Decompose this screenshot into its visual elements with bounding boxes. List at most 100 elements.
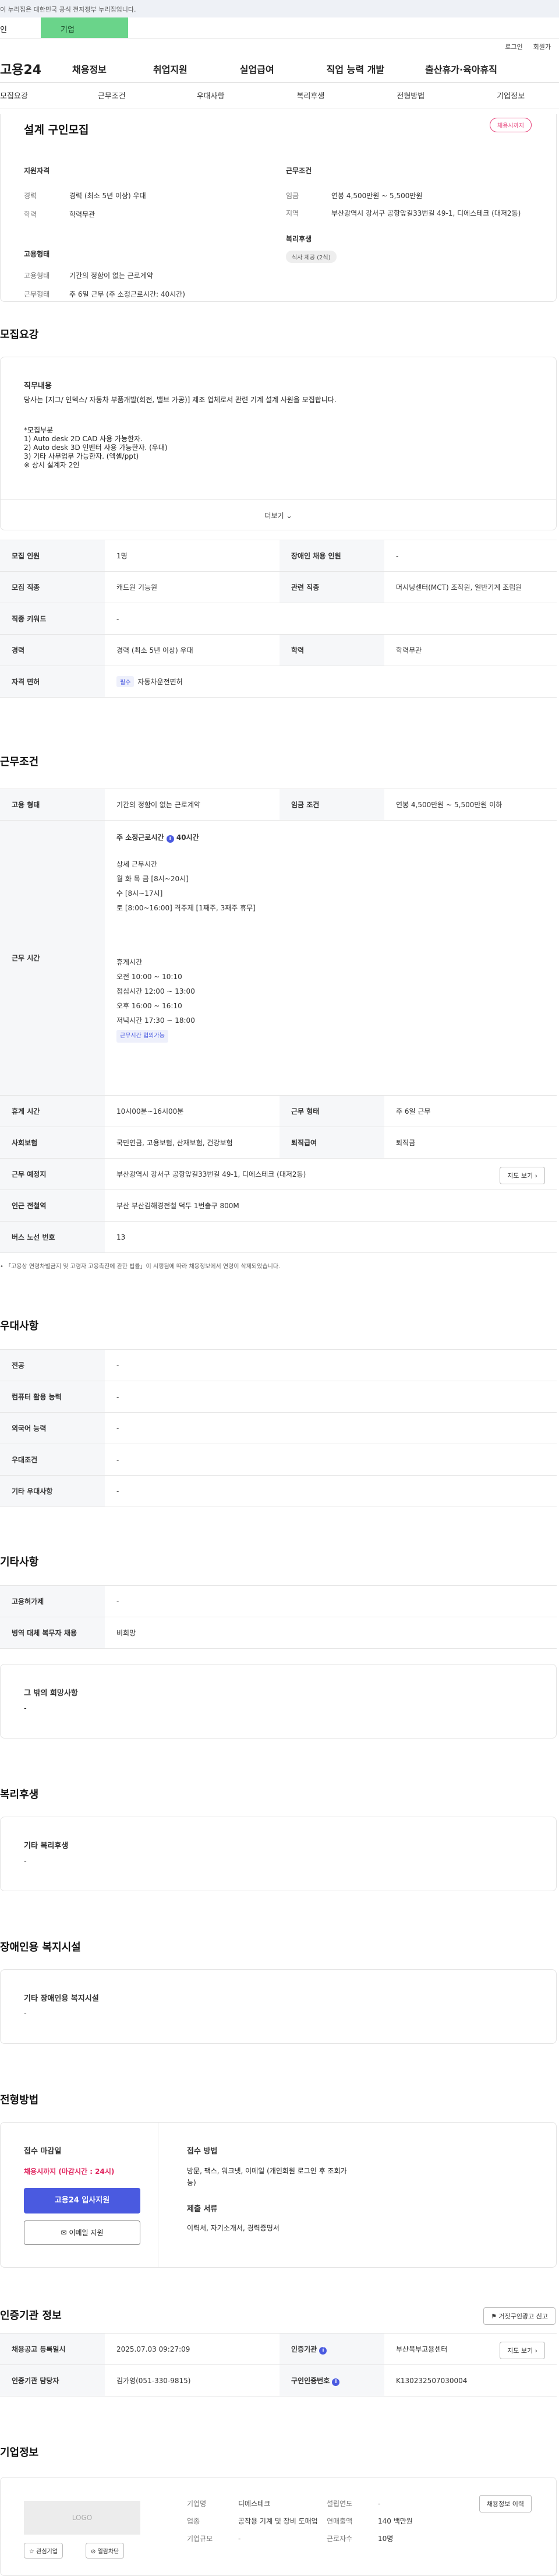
tab-company-info[interactable]: 기업정보 — [497, 90, 525, 101]
global-nav: 고용24 채용정보 취업지원 실업급여 직업 능력 개발 출산휴가·육아휴직 — [0, 55, 559, 83]
more-button[interactable]: 더보기 ⌄ — [1, 499, 556, 530]
utility-links: 로그인 회원가 — [0, 38, 559, 55]
industry-value: 공작용 기계 및 장비 도매업 — [238, 2517, 318, 2525]
gnb-item-support[interactable]: 취업지원 — [153, 62, 187, 76]
negotiable-tag: 근무시간 협의가능 — [116, 1030, 168, 1043]
table-row: 사회보험 국민연금, 고용보험, 산재보험, 건강보험 퇴직급여 퇴직금 — [0, 1127, 557, 1159]
disabled-box-value: - — [24, 2010, 27, 2018]
sales-label: 연매출액 — [327, 2517, 353, 2525]
emptype-row: 고용형태 기간의 정함이 없는 근로계약 — [24, 270, 268, 281]
gov-notice-text: 이 누리집은 대한민국 공식 전자정부 누리집입니다. — [0, 6, 136, 13]
cell-header: 근무 예정지 — [0, 1158, 105, 1190]
sales-value: 140 백만원 — [378, 2517, 413, 2525]
report-fake-ad-button[interactable]: ⚑ 거짓구인광고 신고 — [483, 2307, 556, 2325]
pref-section-title: 우대사항 — [0, 1320, 39, 1332]
wage-label: 임금 — [286, 192, 299, 200]
gnb-item-jobs[interactable]: 채용정보 — [72, 62, 107, 76]
education-value: 학력무관 — [69, 210, 95, 219]
condition-heading: 근무조건 — [286, 167, 312, 175]
email-apply-button[interactable]: ✉ 이메일 지원 — [24, 2220, 140, 2245]
info-icon[interactable]: i — [166, 835, 174, 843]
company-name-value: 디에스테크 — [238, 2500, 271, 2508]
cell-header: 임금 조건 — [280, 789, 384, 821]
cell-value: 13 — [105, 1221, 557, 1253]
disabled-box-heading: 기타 장애인용 복지시설 — [24, 1994, 99, 2003]
cell-header: 학력 — [280, 634, 384, 666]
etc-section-title: 기타사항 — [0, 1556, 39, 1568]
gnb-item-unemployment[interactable]: 실업급여 — [240, 62, 274, 76]
tab-company[interactable]: 기업 — [41, 17, 128, 38]
cell-header: 자격 면허 — [0, 666, 105, 698]
tab-preference[interactable]: 우대사항 — [197, 90, 225, 101]
apply-section-title: 전형방법 — [0, 2094, 39, 2106]
gnb-item-training[interactable]: 직업 능력 개발 — [327, 62, 384, 76]
apply-button[interactable]: 고용24 입사지원 — [24, 2188, 140, 2213]
cell-value: 필수 자동차운전면허 — [105, 666, 557, 698]
time-line: 월 화 목 금 [8시~20시] — [116, 875, 189, 883]
tab-work-condition[interactable]: 근무조건 — [98, 90, 126, 101]
cell-header: 고용허가제 — [0, 1585, 105, 1617]
founded-value: - — [378, 2500, 381, 2508]
time-line: 오후 16:00 ~ 16:10 — [116, 1002, 182, 1010]
job-line: ※ 상시 설계자 2인 — [24, 461, 80, 469]
signup-link[interactable]: 회원가 — [533, 42, 551, 51]
cell-header: 병역 대체 복무자 채용 — [0, 1617, 105, 1649]
cell-value: 경력 (최소 5년 이상) 우대 — [105, 634, 280, 666]
top-tabs: 인 기업 — [0, 17, 559, 38]
method-value: 방문, 팩스, 워크넷, 이메일 (개인회원 로그인 후 조회가능) — [187, 2167, 347, 2187]
cell-header: 퇴직급여 — [280, 1127, 384, 1159]
agency-map-button[interactable]: 지도 보기 › — [500, 2342, 545, 2359]
table-row: 경력 경력 (최소 5년 이상) 우대 학력 학력무관 — [0, 634, 557, 666]
tab-personal[interactable]: 인 — [0, 17, 41, 38]
favorite-company-button[interactable]: ☆ 관심기업 — [24, 2543, 63, 2559]
info-icon[interactable]: i — [332, 2378, 340, 2386]
cell-value: - — [105, 1349, 557, 1381]
etc-wish-heading: 그 밖의 희망사항 — [24, 1689, 78, 1698]
company-logo: LOGO — [24, 2501, 140, 2535]
table-row: 직종 키워드 - — [0, 603, 557, 635]
region-row: 지역 부산광역시 강서구 공항앞길33번길 49-1, 디에스테크 (대저2동) — [286, 208, 536, 219]
tab-welfare[interactable]: 복리후생 — [297, 90, 325, 101]
employment-heading: 고용형태 — [24, 250, 50, 258]
cell-header: 외국어 능력 — [0, 1412, 105, 1444]
wage-row: 임금 연봉 4,500만원 ~ 5,500만원 — [286, 191, 536, 201]
etc-table: 고용허가제 - 병역 대체 복무자 채용 비희망 — [0, 1585, 557, 1649]
company-size-label: 기업규모 — [187, 2535, 213, 2543]
login-link[interactable]: 로그인 — [505, 42, 522, 51]
tab-selection[interactable]: 전형방법 — [397, 90, 424, 101]
site-logo[interactable]: 고용24 — [0, 59, 70, 78]
region-value: 부산광역시 강서구 공항앞길33번길 49-1, 디에스테크 (대저2동) — [331, 209, 521, 217]
company-info-right: 설립연도 - 연매출액 140 백만원 근로자수 10명 — [327, 2495, 443, 2544]
welfare-box: 기타 복리후생 - — [0, 1817, 557, 1891]
required-tag: 필수 — [116, 676, 135, 687]
cert-section-title: 인증기관 정보 — [0, 2310, 62, 2322]
deadline-block: 접수 마감일 채용시까지 (마감시간 : 24시) 고용24 입사지원 ✉ 이메… — [24, 2145, 140, 2245]
company-info-left: 기업명 디에스테크 업종 공작용 기계 및 장비 도매업 기업규모 - — [187, 2495, 327, 2544]
cell-value: 2025.07.03 09:27:09 — [105, 2333, 280, 2365]
cell-value: 학력무관 — [384, 634, 557, 666]
block-company-button[interactable]: ⊘ 열람차단 — [86, 2543, 125, 2559]
block-label: 열람차단 — [97, 2549, 119, 2555]
cert-table: 채용공고 등록일시 2025.07.03 09:27:09 인증기관 i 부산북… — [0, 2333, 557, 2396]
tab-recruit[interactable]: 모집요강 — [0, 90, 28, 101]
map-view-button[interactable]: 지도 보기 › — [500, 1167, 545, 1184]
industry-label: 업종 — [187, 2517, 200, 2525]
summary-card: 설계 구인모집 채용시까지 지원자격 경력 경력 (최소 5년 이상) 우대 학력… — [0, 114, 557, 302]
job-line: 2) Auto desk 3D 인벤터 사용 가능한자. (우대) — [24, 444, 168, 452]
job-history-button[interactable]: 채용정보 이력 — [479, 2495, 532, 2512]
table-row: 채용공고 등록일시 2025.07.03 09:27:09 인증기관 i 부산북… — [0, 2333, 557, 2365]
career-label: 경력 — [24, 192, 37, 200]
info-icon[interactable]: i — [319, 2346, 327, 2355]
sales-row: 연매출액 140 백만원 — [327, 2516, 443, 2526]
gnb-item-leave[interactable]: 출산휴가·육아휴직 — [425, 62, 497, 76]
table-row: 인증기관 담당자 김가영(051-330-9815) 구인인증번호 i K130… — [0, 2364, 557, 2396]
welfare-heading: 복리후생 — [286, 235, 312, 243]
company-size-value: - — [238, 2535, 241, 2543]
report-icon: ⚑ — [491, 2313, 497, 2320]
time-line — [116, 917, 545, 957]
cell-header: 인증기관 i — [280, 2333, 384, 2365]
cell-value: - — [105, 1444, 557, 1476]
work-time-cell: 주 소정근로시간 i 40시간 상세 근무시간 월 화 목 금 [8시~20시]… — [105, 820, 557, 1096]
region-label: 지역 — [286, 209, 299, 217]
address-value: 부산광역시 강서구 공항앞길33번길 49-1, 디에스테크 (대저2동) — [116, 1170, 306, 1178]
